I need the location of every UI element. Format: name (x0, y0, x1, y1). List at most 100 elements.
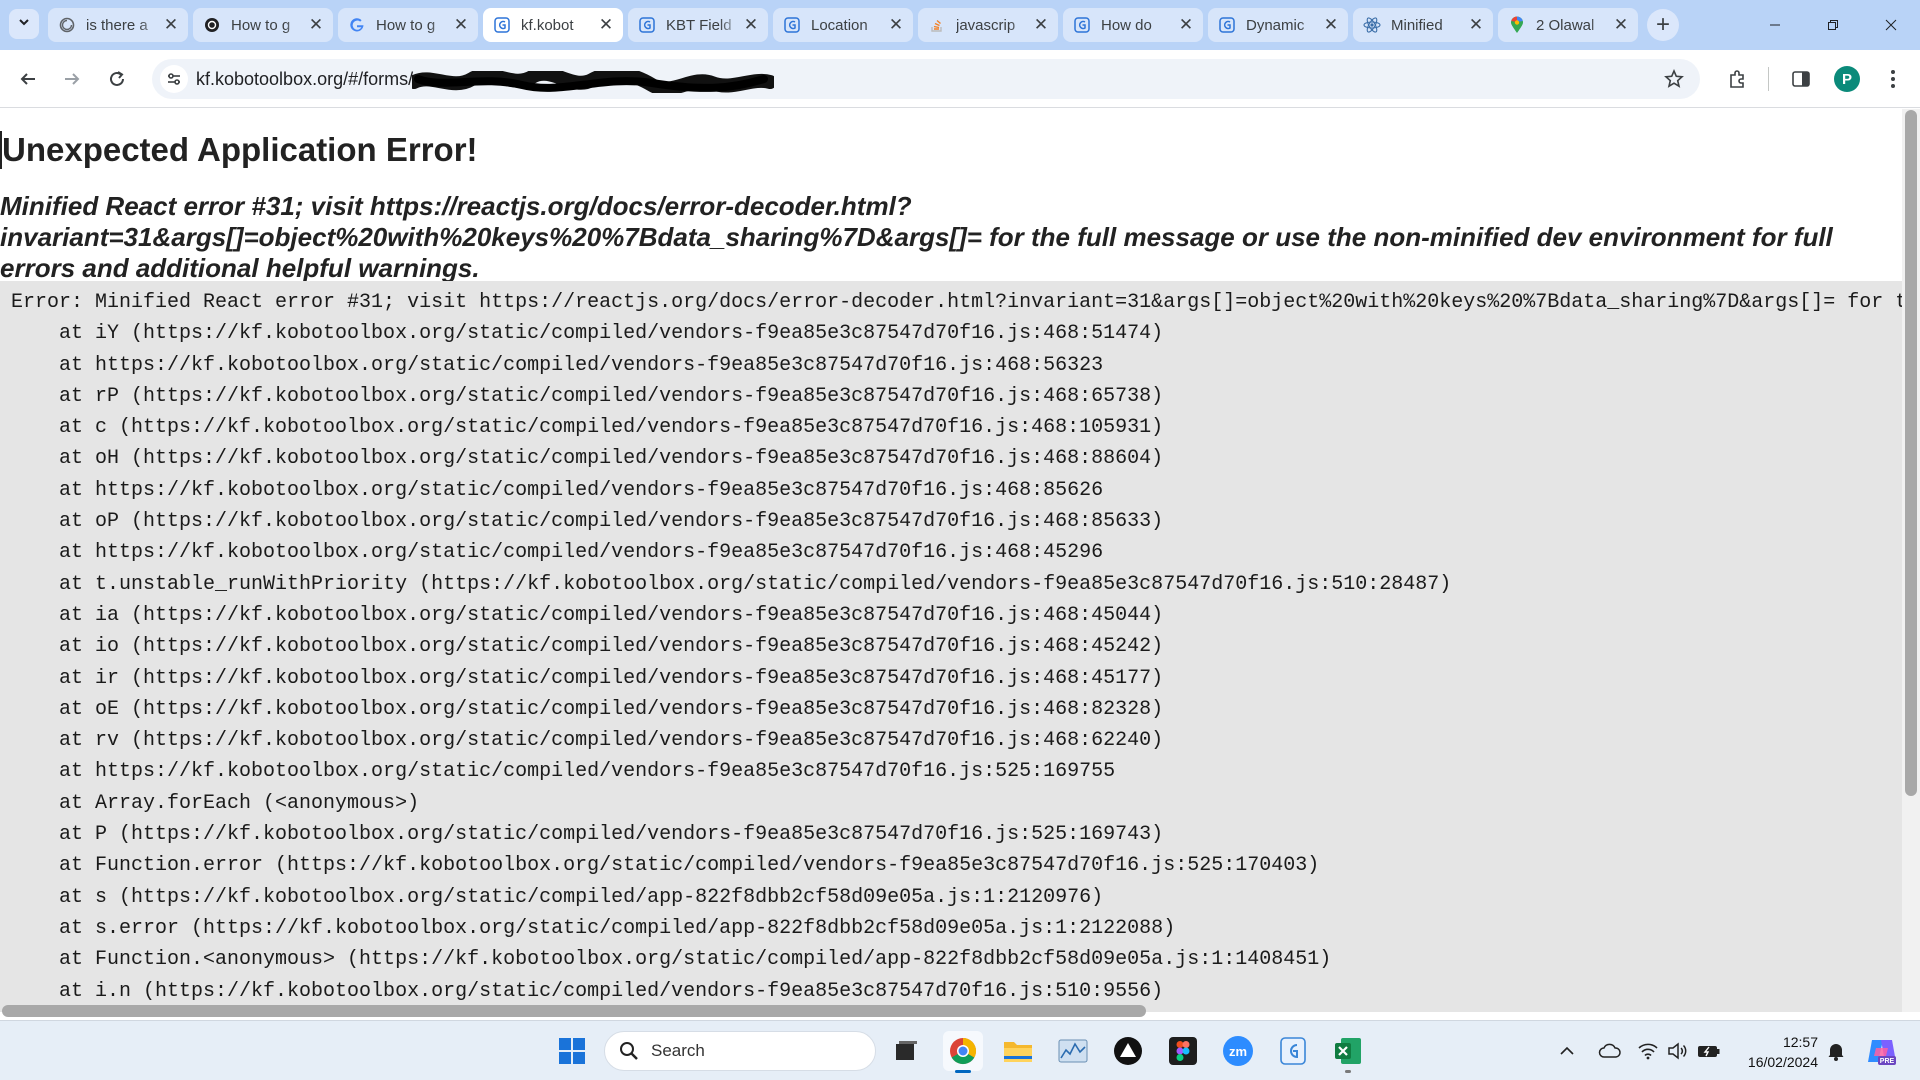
start-button[interactable] (552, 1031, 592, 1071)
close-tab-button[interactable]: ✕ (887, 15, 905, 34)
stack-trace-line: at ir (https://kf.kobotoolbox.org/static… (11, 666, 1164, 690)
taskbar-search-box[interactable]: Search (604, 1031, 876, 1071)
close-tab-button[interactable]: ✕ (162, 15, 180, 34)
close-window-button[interactable] (1862, 0, 1920, 50)
error-stack-trace: Error: Minified React error #31; visit h… (0, 281, 1902, 1012)
minimize-button[interactable] (1746, 0, 1804, 50)
kobo-icon (1280, 1037, 1306, 1065)
taskbar-chrome[interactable] (943, 1031, 983, 1073)
tab-title: Location (811, 16, 868, 34)
new-tab-button[interactable]: + (1647, 9, 1679, 41)
stack-trace-line: at Array.forEach (<anonymous>) (11, 791, 420, 815)
clock-date: 16/02/2024 (1747, 1054, 1818, 1070)
stack-trace-line: at https://kf.kobotoolbox.org/static/com… (11, 760, 1116, 784)
restore-icon (1828, 20, 1838, 30)
wifi-icon (1638, 1043, 1658, 1060)
show-hidden-icons-button[interactable] (1553, 1031, 1581, 1071)
close-tab-button[interactable]: ✕ (1467, 15, 1485, 34)
browser-toolbar: kf.kobotoolbox.org/#/forms/ (0, 50, 1920, 108)
taskbar-app-chart[interactable] (1053, 1031, 1093, 1071)
onedrive-tray-button[interactable] (1596, 1031, 1624, 1071)
volume-tray-button[interactable] (1664, 1031, 1692, 1071)
close-tab-button[interactable]: ✕ (597, 15, 615, 34)
window-controls (1746, 0, 1920, 50)
taskbar-kobo-app[interactable] (1273, 1031, 1313, 1071)
stack-trace-line: at rv (https://kf.kobotoolbox.org/static… (11, 729, 1164, 753)
taskbar-file-explorer[interactable] (998, 1031, 1038, 1071)
tab-8[interactable]: Dynamic ✕ (1208, 8, 1348, 42)
refresh-circle-icon (58, 16, 76, 34)
stack-trace-line: Error: Minified React error #31; visit h… (11, 291, 1902, 314)
close-tab-button[interactable]: ✕ (742, 15, 760, 34)
tab-title: 2 Olawal (1536, 16, 1595, 34)
close-icon (1885, 19, 1897, 31)
taskbar-excel[interactable] (1328, 1031, 1368, 1073)
close-tab-button[interactable]: ✕ (307, 15, 325, 34)
close-icon: ✕ (163, 15, 179, 34)
site-info-button[interactable] (160, 65, 188, 93)
maps-pin-icon (1508, 16, 1526, 34)
stack-trace-line: at ia (https://kf.kobotoolbox.org/static… (11, 603, 1164, 627)
tab-0[interactable]: is there a ✕ (48, 8, 188, 42)
tab-title: How do (1101, 16, 1152, 34)
wifi-tray-button[interactable] (1634, 1031, 1662, 1071)
tab-10[interactable]: 2 Olawal ✕ (1498, 8, 1638, 42)
close-tab-button[interactable]: ✕ (1322, 15, 1340, 34)
side-panel-icon (1792, 71, 1810, 87)
tab-title: Minified (1391, 16, 1443, 34)
tab-9[interactable]: Minified ✕ (1353, 8, 1493, 42)
tab-3[interactable]: kf.kobot ✕ (483, 8, 623, 42)
address-bar[interactable]: kf.kobotoolbox.org/#/forms/ (152, 59, 1700, 99)
close-icon: ✕ (453, 15, 469, 34)
notifications-button[interactable] (1822, 1031, 1850, 1071)
taskbar-clock[interactable]: 12:57 16/02/2024 (1728, 1032, 1818, 1072)
battery-tray-button[interactable] (1694, 1031, 1724, 1071)
tab-title: How to g (376, 16, 436, 34)
taskbar-zoom[interactable]: zm (1218, 1031, 1258, 1071)
close-icon: ✕ (743, 15, 759, 34)
close-tab-button[interactable]: ✕ (1032, 15, 1050, 34)
stack-trace-line: at oE (https://kf.kobotoolbox.org/static… (11, 697, 1164, 721)
tab-strip: is there a ✕ How to g ✕ How to g ✕ kf.kobot ✕ KB… (0, 0, 1920, 50)
tab-5[interactable]: Location ✕ (773, 8, 913, 42)
tab-search-button[interactable] (9, 9, 39, 39)
vertical-scrollbar-thumb[interactable] (1905, 110, 1917, 796)
forward-button[interactable] (56, 63, 88, 95)
arrow-right-icon (65, 73, 80, 85)
restore-button[interactable] (1804, 0, 1862, 50)
tab-1[interactable]: How to g ✕ (193, 8, 333, 42)
react-icon (1363, 16, 1381, 34)
close-icon: ✕ (888, 15, 904, 34)
taskbar-app-triangle[interactable] (1108, 1031, 1148, 1071)
reload-icon (110, 71, 124, 86)
bell-icon (1828, 1044, 1844, 1061)
taskbar-figma[interactable] (1163, 1031, 1203, 1071)
close-tab-button[interactable]: ✕ (1612, 15, 1630, 34)
browser-menu-button[interactable] (1880, 64, 1906, 94)
tab-6[interactable]: javascrip ✕ (918, 8, 1058, 42)
close-tab-button[interactable]: ✕ (452, 15, 470, 34)
tab-7[interactable]: How do ✕ (1063, 8, 1203, 42)
tab-4[interactable]: KBT Field ✕ (628, 8, 768, 42)
back-button[interactable] (12, 63, 44, 95)
stack-trace-line: at Function.<anonymous> (https://kf.kobo… (11, 948, 1332, 972)
kobo-icon (783, 16, 801, 34)
kobo-icon (1218, 16, 1236, 34)
folder-icon (1004, 1042, 1032, 1062)
copilot-button[interactable]: PRE (1862, 1031, 1902, 1071)
profile-avatar[interactable]: P (1834, 66, 1860, 92)
extensions-button[interactable] (1722, 64, 1752, 94)
close-tab-button[interactable]: ✕ (1177, 15, 1195, 34)
tab-2[interactable]: How to g ✕ (338, 8, 478, 42)
task-view-button[interactable] (886, 1031, 926, 1071)
svg-text:zm: zm (1229, 1044, 1247, 1059)
zoom-icon: zm (1223, 1036, 1253, 1066)
stack-trace-line: at https://kf.kobotoolbox.org/static/com… (11, 541, 1104, 565)
clock-time: 12:57 (1782, 1034, 1818, 1050)
running-indicator (1345, 1070, 1351, 1073)
reload-button[interactable] (101, 63, 133, 95)
stack-trace-lines: Error: Minified React error #31; visit h… (0, 281, 1902, 1007)
horizontal-scrollbar-thumb[interactable] (2, 1005, 1146, 1017)
side-panel-button[interactable] (1786, 64, 1816, 94)
bookmark-button[interactable] (1660, 65, 1688, 93)
